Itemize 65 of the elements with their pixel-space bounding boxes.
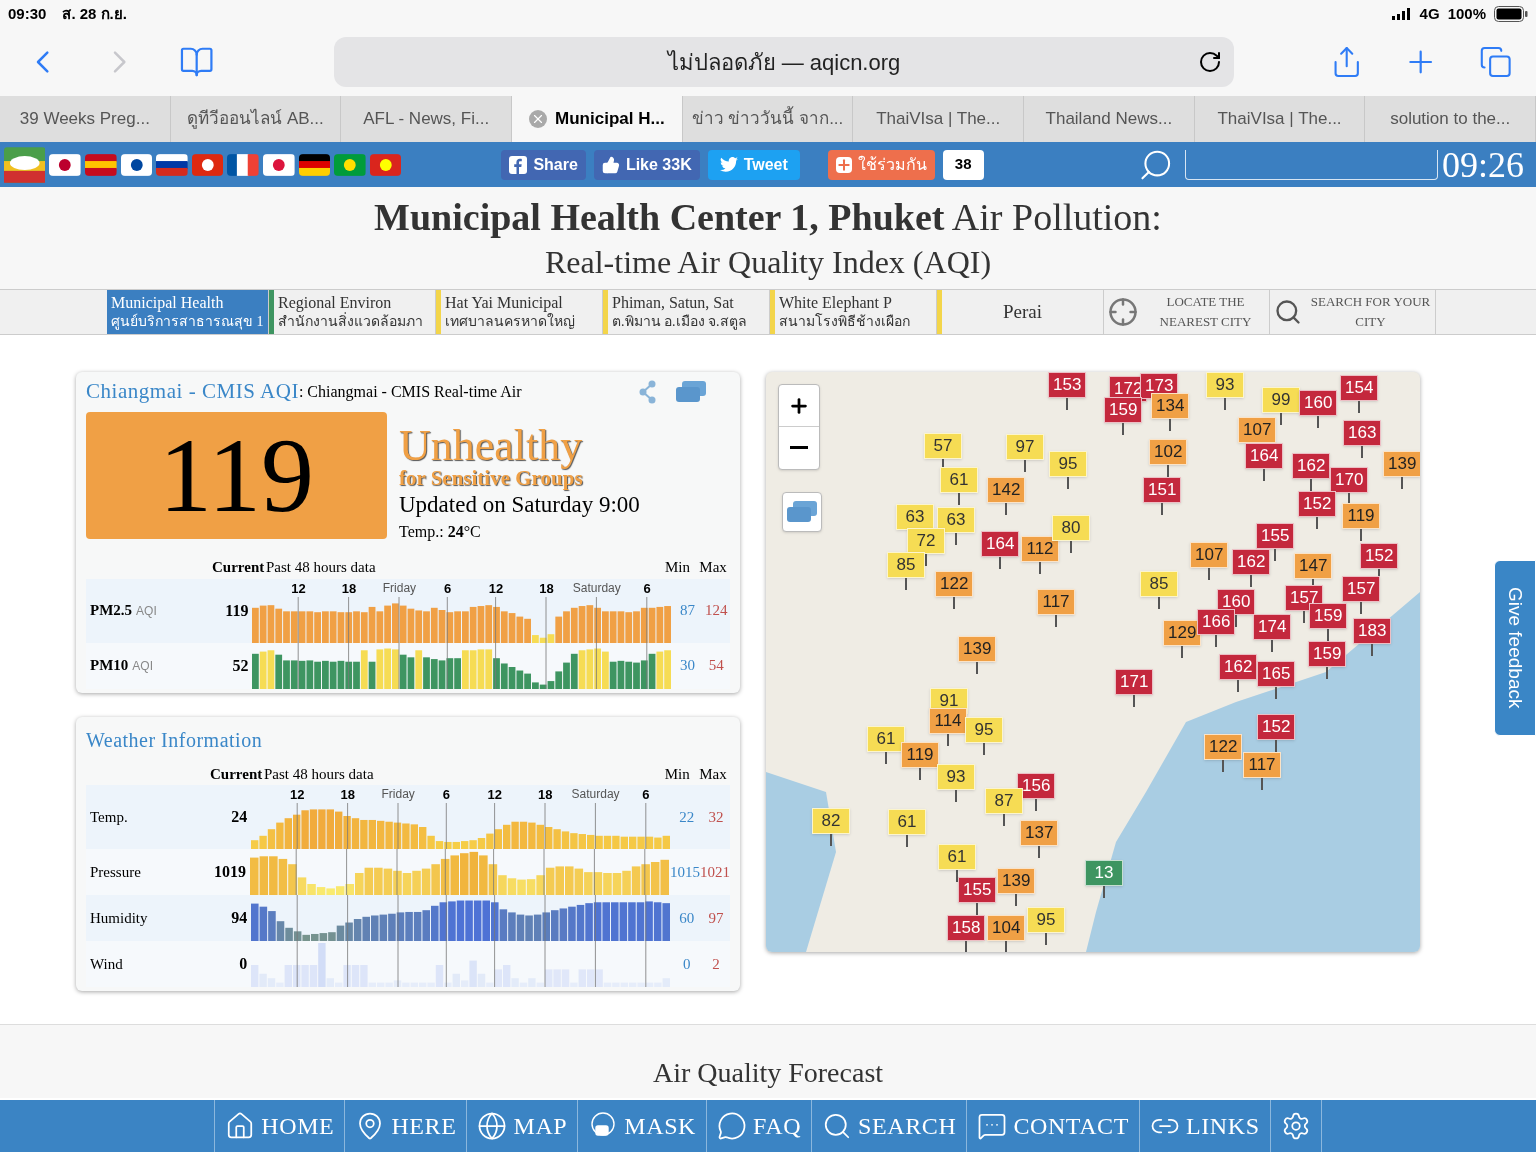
axis-tick-label: 12 — [291, 579, 306, 598]
axis-tick-label: 6 — [444, 579, 452, 598]
max-header: Max — [698, 558, 728, 577]
min-value: 0 — [681, 954, 692, 974]
axis-tick-label: Saturday — [572, 579, 621, 597]
current-header: Current — [212, 558, 264, 577]
max-value: 54 — [707, 656, 725, 676]
share-count: 38 — [942, 149, 984, 180]
axis-tick-label: 18 — [537, 786, 553, 804]
page-title: Municipal Health Center 1, Phuket Air Pollution: — [374, 195, 1162, 241]
clock-label: 09:26 — [1442, 143, 1525, 187]
temperature-reading: Temp.: 24°C — [399, 524, 482, 540]
min-value: 87 — [679, 601, 697, 621]
min-header: Min — [663, 558, 691, 577]
axis-tick-label: Friday — [381, 786, 415, 803]
row-label: Wind — [89, 954, 124, 974]
network-label: 4G — [1419, 3, 1440, 24]
current-header: Current — [210, 764, 262, 784]
axis-tick-label: 6 — [642, 786, 650, 804]
axis-tick-label: 6 — [442, 786, 451, 804]
max-value: 97 — [707, 908, 725, 928]
aqi-value-box: 119 — [86, 412, 387, 539]
past-48-hours-header: Past 48 hours data — [263, 764, 375, 784]
axis-tick-label: Friday — [382, 579, 417, 597]
battery-percent: 100% — [1447, 3, 1486, 24]
current-value: 1019 — [213, 862, 247, 882]
past-48-hours-header: Past 48 hours data — [265, 558, 377, 577]
axis-tick-label: 18 — [341, 579, 357, 598]
axis-tick-label: 18 — [539, 579, 554, 598]
min-value: 60 — [678, 908, 696, 928]
axis-tick-label: 18 — [340, 786, 355, 804]
page-subtitle: Real-time Air Quality Index (AQI) — [544, 242, 992, 282]
current-value: 94 — [230, 908, 249, 928]
aqi-status-detail: for Sensitive Groups — [399, 468, 584, 489]
row-label: Humidity — [89, 908, 149, 928]
aqi-status: Unhealthy — [399, 424, 584, 468]
row-label: PM2.5 AQI — [89, 601, 158, 621]
current-value: 24 — [230, 807, 249, 827]
min-value: 1015 — [670, 862, 700, 882]
weather-title: Weather Information — [86, 727, 264, 753]
status-time: 09:30 — [8, 3, 47, 24]
axis-tick-label: 12 — [488, 579, 504, 598]
axis-tick-label: 12 — [487, 786, 502, 804]
row-label: PM10 AQI — [89, 656, 154, 676]
forecast-heading: Air Quality Forecast — [652, 1056, 884, 1090]
min-value: 30 — [679, 656, 697, 676]
max-value: 2 — [711, 954, 721, 974]
axis-tick-label: Saturday — [571, 786, 620, 803]
max-value: 124 — [704, 601, 729, 621]
updated-time: Updated on Saturday 9:00 — [399, 493, 640, 516]
status-date: ส. 28 ก.ย. — [62, 3, 127, 24]
axis-tick-label: 6 — [643, 579, 651, 598]
station-aqi-subtitle: : Chiangmai - CMIS Real-time Air — [298, 382, 522, 403]
min-value: 22 — [678, 807, 696, 827]
max-value: 1021 — [700, 862, 730, 882]
current-value: 0 — [238, 954, 249, 974]
current-value: 119 — [224, 600, 250, 621]
row-label: Pressure — [89, 862, 142, 882]
current-value: 52 — [231, 655, 250, 676]
max-header: Max — [698, 764, 728, 784]
min-header: Min — [663, 764, 691, 784]
axis-tick-label: 12 — [290, 786, 305, 804]
max-value: 32 — [707, 807, 725, 827]
station-aqi-title: Chiangmai - CMIS AQI — [86, 378, 299, 406]
row-label: Temp. — [89, 807, 129, 827]
